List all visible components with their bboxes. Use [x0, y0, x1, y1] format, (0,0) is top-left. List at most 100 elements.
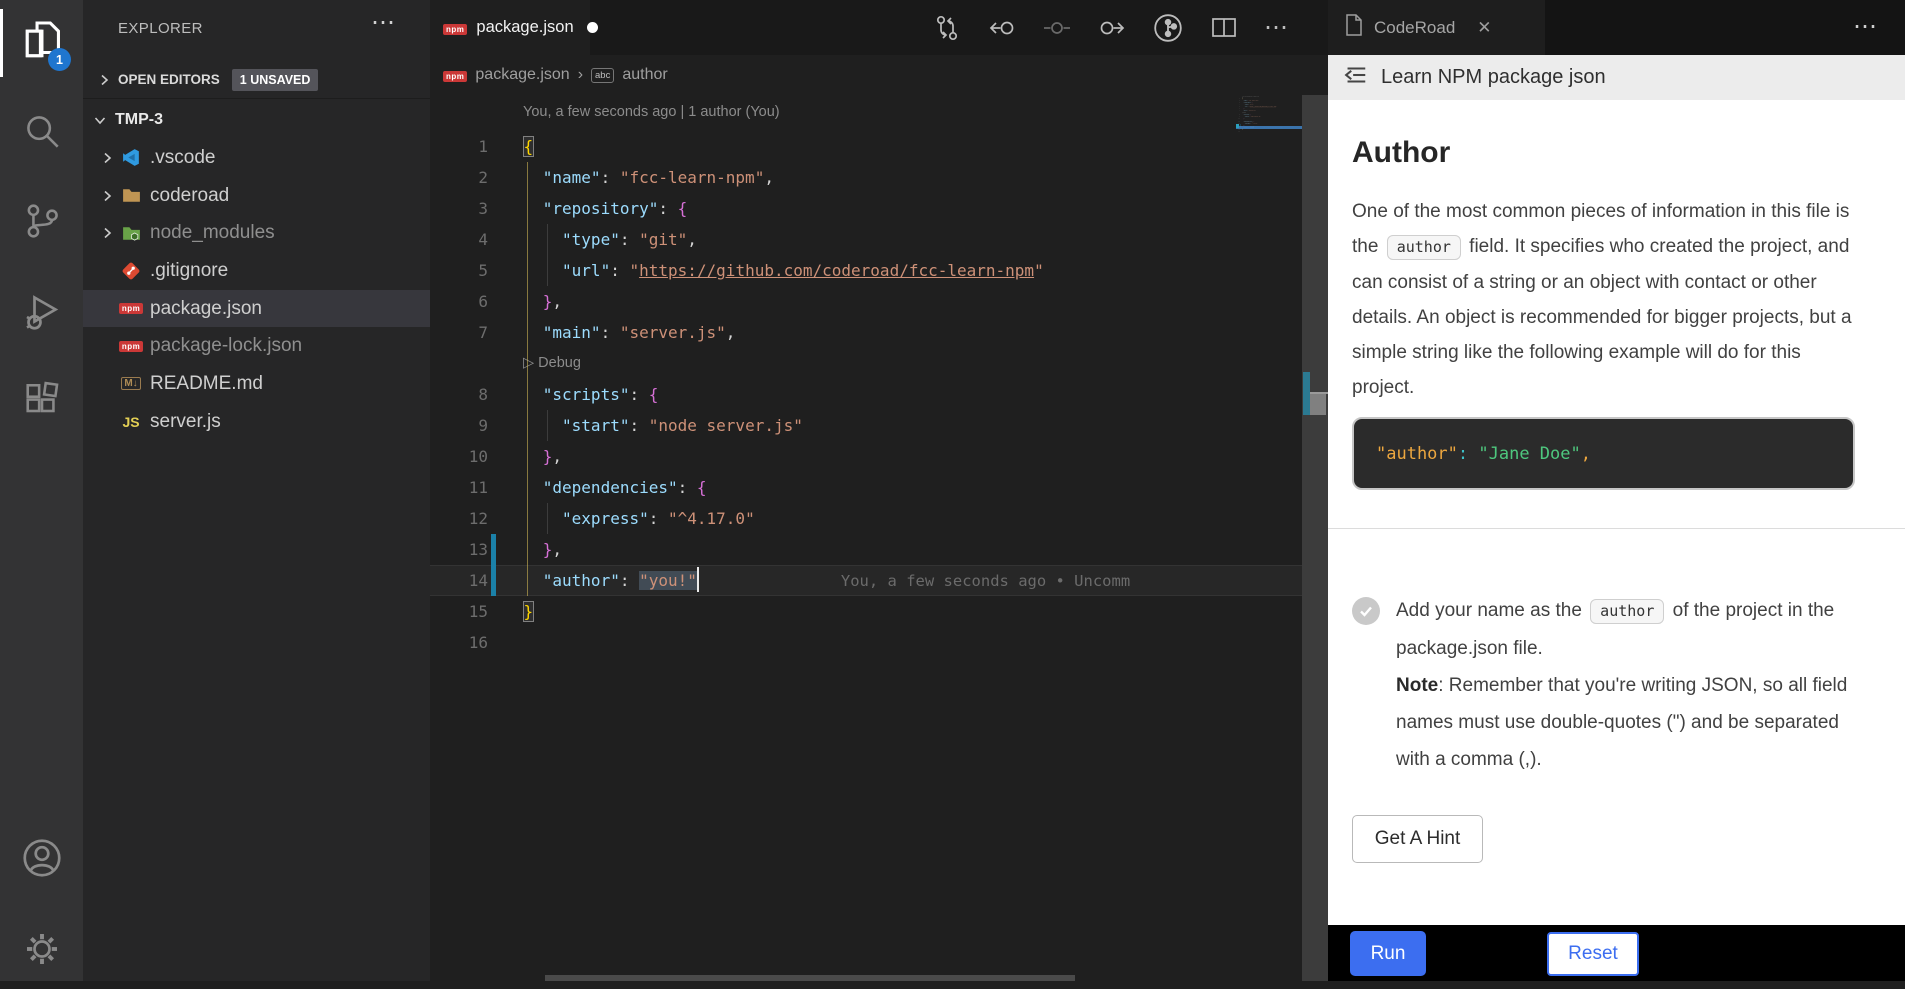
workspace-root-label: TMP-3: [115, 111, 163, 129]
modified-line-gutter-mark: [491, 534, 496, 565]
code-line-9[interactable]: 9 "start": "node server.js": [430, 410, 1302, 441]
tab-coderoad[interactable]: CodeRoad ✕: [1328, 0, 1545, 55]
inline-code-chip: author: [1590, 599, 1664, 624]
line-number: 4: [430, 224, 488, 255]
get-hint-button[interactable]: Get A Hint: [1352, 815, 1483, 863]
source-control-icon: [22, 201, 62, 246]
tutorial-header: Learn NPM package json: [1328, 55, 1905, 101]
run-debug-icon: [21, 290, 63, 337]
run-debug-view-button[interactable]: [0, 275, 83, 351]
code-line-3[interactable]: 3 "repository": {: [430, 193, 1302, 224]
explorer-sidebar: EXPLORER ⋯ OPEN EDITORS 1 UNSAVED TMP-3 …: [83, 0, 430, 981]
chevron-right-icon: [99, 225, 115, 241]
open-editors-section[interactable]: OPEN EDITORS 1 UNSAVED: [83, 61, 430, 99]
code-lens[interactable]: You, a few seconds ago | 1 author (You): [430, 95, 1302, 131]
breadcrumb-file[interactable]: package.json: [475, 66, 569, 84]
open-editors-label: OPEN EDITORS: [118, 72, 220, 87]
current-change-icon: [1042, 13, 1072, 43]
indent-guide: [547, 410, 548, 441]
workspace-root-item[interactable]: TMP-3: [83, 101, 430, 138]
editor-more-actions-icon[interactable]: ⋯: [1264, 23, 1288, 33]
breadcrumb-symbol[interactable]: author: [622, 66, 667, 84]
indent-guide: [547, 224, 548, 286]
file-item-README.md[interactable]: M↓README.md: [83, 365, 430, 403]
code-line-11[interactable]: 11 "dependencies": {: [430, 472, 1302, 503]
bracket-guide: [527, 162, 528, 596]
line-number: 11: [430, 472, 488, 503]
file-item-package.json[interactable]: npmpackage.json: [83, 290, 430, 328]
line-number: 9: [430, 410, 488, 441]
minimap[interactable]: You, a few seconds ago | 1 author (You)1…: [1236, 95, 1302, 655]
inline-blame: You, a few seconds ago • Uncomm: [841, 572, 1130, 590]
search-view-button[interactable]: [0, 95, 83, 171]
code-line-13[interactable]: 13 },: [430, 534, 1302, 565]
line-number: 16: [430, 627, 488, 658]
code-line-7[interactable]: 7 "main": "server.js",: [430, 317, 1302, 348]
file-item-coderoad[interactable]: coderoad: [83, 177, 430, 215]
breadcrumb: npm package.json › abc author: [430, 55, 1302, 95]
file-item-.gitignore[interactable]: .gitignore: [83, 252, 430, 290]
account-button[interactable]: [0, 822, 83, 898]
code-line-5[interactable]: 5 "url": "https://github.com/coderoad/fc…: [430, 255, 1302, 286]
line-number: 6: [430, 286, 488, 317]
next-change-icon[interactable]: [1097, 13, 1127, 43]
action-bar: Run Reset: [1328, 925, 1905, 981]
unsaved-dot-icon[interactable]: [587, 22, 598, 33]
panel-more-actions-icon[interactable]: ⋯: [1853, 12, 1877, 41]
js-icon: JS: [120, 411, 142, 433]
scrollbar-thumb[interactable]: [1310, 394, 1326, 415]
file-icon: [1344, 13, 1364, 42]
compare-changes-icon[interactable]: [932, 13, 962, 43]
horizontal-scrollbar[interactable]: [545, 975, 1075, 981]
source-control-view-button[interactable]: [0, 185, 83, 261]
minimap-modified-mark: [1236, 124, 1239, 128]
code-editor[interactable]: You, a few seconds ago | 1 author (You)1…: [430, 95, 1302, 973]
reset-button[interactable]: Reset: [1547, 932, 1639, 976]
explorer-view-button[interactable]: 1: [0, 5, 83, 81]
file-tree: .vscodecoderoadnode_modules.gitignorenpm…: [83, 139, 430, 441]
inline-code-chip: author: [1387, 235, 1461, 260]
split-editor-icon[interactable]: [1209, 13, 1239, 43]
file-item-server.js[interactable]: JSserver.js: [83, 403, 430, 441]
tab-package-json[interactable]: npm package.json: [430, 0, 590, 55]
collapse-menu-icon[interactable]: [1341, 61, 1369, 94]
tab-label: package.json: [476, 18, 573, 37]
task-text: Add your name as the author of the proje…: [1396, 592, 1867, 778]
code-line-12[interactable]: 12 "express": "^4.17.0": [430, 503, 1302, 534]
run-button[interactable]: Run: [1350, 931, 1426, 976]
unsaved-badge: 1 UNSAVED: [232, 69, 319, 91]
file-label: coderoad: [150, 185, 229, 207]
code-line-4[interactable]: 4 "type": "git",: [430, 224, 1302, 255]
close-icon[interactable]: ✕: [1477, 18, 1491, 38]
code-line-14[interactable]: 14 "author": "you!"You, a few seconds ag…: [430, 565, 1302, 596]
search-icon: [22, 111, 62, 156]
modified-line-gutter-mark: [491, 565, 496, 596]
lesson-paragraph: One of the most common pieces of informa…: [1352, 194, 1859, 405]
git-graph-circle-icon[interactable]: [1152, 12, 1184, 44]
line-number: 5: [430, 255, 488, 286]
code-line-15[interactable]: 15}: [430, 596, 1302, 627]
explorer-title: EXPLORER: [118, 20, 203, 37]
npm-icon: npm: [120, 335, 142, 357]
code-line-10[interactable]: 10 },: [430, 441, 1302, 472]
code-line-8[interactable]: 8 "scripts": {: [430, 379, 1302, 410]
editor-group: npm package.json: [430, 0, 1302, 981]
settings-button[interactable]: [0, 913, 83, 989]
extensions-view-button[interactable]: [0, 365, 83, 441]
node-folder-icon: [120, 222, 142, 244]
previous-change-icon[interactable]: [987, 13, 1017, 43]
code-line-1[interactable]: 1{: [430, 131, 1302, 162]
code-line-16[interactable]: 16: [430, 627, 1302, 658]
text-cursor: [697, 567, 699, 592]
file-label: node_modules: [150, 222, 275, 244]
explorer-more-icon[interactable]: ⋯: [371, 11, 395, 35]
editor-scrollbar-band[interactable]: [1302, 0, 1328, 981]
chevron-right-icon: [99, 188, 115, 204]
file-item-node_modules[interactable]: node_modules: [83, 214, 430, 252]
code-line-6[interactable]: 6 },: [430, 286, 1302, 317]
code-lens[interactable]: ▷ Debug: [430, 348, 1302, 379]
line-number: 8: [430, 379, 488, 410]
file-item-.vscode[interactable]: .vscode: [83, 139, 430, 177]
code-line-2[interactable]: 2 "name": "fcc-learn-npm",: [430, 162, 1302, 193]
file-item-package-lock.json[interactable]: npmpackage-lock.json: [83, 327, 430, 365]
